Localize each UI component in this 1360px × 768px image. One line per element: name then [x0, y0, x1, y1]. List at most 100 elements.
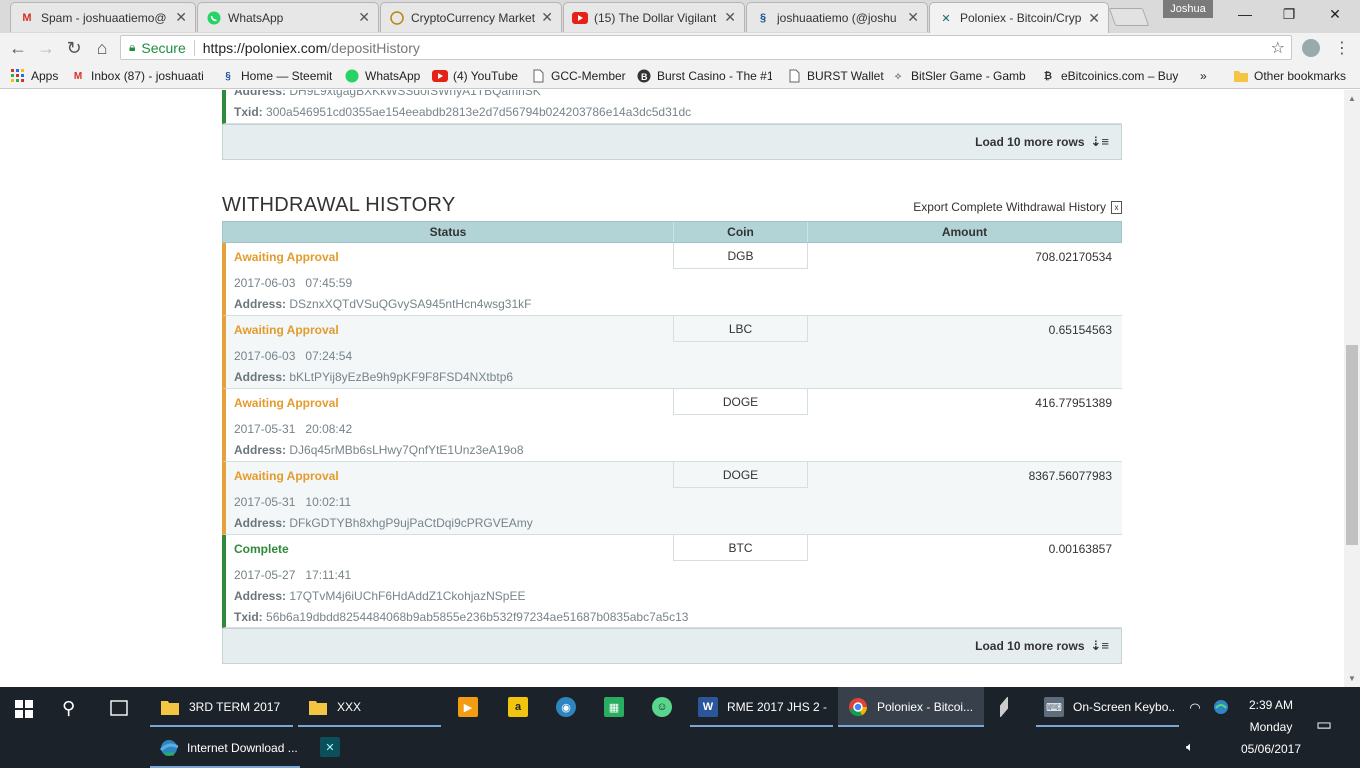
amount-cell: 8367.56077983	[1028, 469, 1112, 483]
minimize-icon[interactable]: —	[1222, 0, 1268, 28]
txid-value[interactable]: 300a546951cd0355ae154eeabdb2813e2d7d5679…	[266, 105, 691, 119]
wifi-icon[interactable]: ◜◝	[1190, 700, 1200, 716]
globe-app-icon[interactable]: ◉	[556, 697, 585, 717]
close-tab-icon[interactable]: ✕	[175, 9, 187, 26]
windows-logo-icon	[14, 699, 34, 719]
forward-arrow-icon[interactable]: →	[34, 36, 58, 60]
load-more-deposits-button[interactable]: Load 10 more rows ⇣≡	[222, 124, 1122, 160]
close-tab-icon[interactable]: ✕	[907, 9, 919, 26]
media-player-icon[interactable]: ▶	[458, 697, 487, 717]
taskbar-item-internet-download-manager[interactable]: Internet Download ...	[158, 738, 300, 758]
restore-icon[interactable]: ❐	[1266, 0, 1312, 28]
bookmark-star-icon[interactable]: ☆	[1271, 38, 1285, 58]
menu-dots-icon[interactable]: ⋮	[1334, 38, 1350, 58]
tab-title: Poloniex - Bitcoin/Cryp	[960, 11, 1082, 25]
mascot-app-icon[interactable]: ☺	[652, 697, 681, 717]
tab-title: CryptoCurrency Market	[411, 10, 536, 25]
network-status-icon[interactable]	[1213, 699, 1229, 718]
open-window-indicator	[690, 725, 833, 727]
tab-cryptocurrency-market[interactable]: CryptoCurrency Market ✕	[380, 2, 562, 32]
back-arrow-icon[interactable]: ←	[6, 36, 30, 60]
clock-time[interactable]: 2:39 AM	[1232, 698, 1310, 712]
taskbar-item-xxx[interactable]: XXX	[308, 697, 438, 717]
usb-drive-icon[interactable]	[1000, 697, 1008, 717]
open-window-indicator	[150, 725, 293, 727]
scrollbar-thumb[interactable]	[1346, 345, 1358, 545]
close-window-icon[interactable]: ✕	[1312, 0, 1358, 28]
notifications-icon[interactable]: ▭	[1316, 715, 1332, 735]
bookmark-bitsler[interactable]: ⟡ BitSler Game - Gambl	[890, 67, 1026, 85]
timestamp: 2017-06-03 07:24:54	[234, 349, 352, 363]
coin-icon	[389, 10, 405, 26]
whatsapp-icon	[344, 69, 360, 83]
poloniex-app-icon[interactable]: ✕	[320, 737, 349, 757]
bookmark-steemit-home[interactable]: § Home — Steemit	[220, 67, 332, 85]
tab-title: (15) The Dollar Vigilant	[594, 10, 717, 25]
page-viewport: Address: DH9L9xtgagBXKkWSSdofSWnyA1TBQam…	[0, 90, 1344, 687]
steemit-icon: §	[759, 11, 767, 24]
txid-line: Txid: 300a546951cd0355ae154eeabdb2813e2d…	[234, 105, 691, 119]
bookmark-ebitcoinics[interactable]: ₿ eBitcoinics.com – Buy	[1040, 67, 1178, 85]
start-button[interactable]	[14, 699, 43, 719]
speaker-icon[interactable]: 🔈︎	[1186, 739, 1194, 755]
address-label: Address:	[234, 516, 287, 530]
bookmarks-bar: Apps M Inbox (87) - joshuaati § Home — S…	[0, 62, 1360, 89]
load-more-withdrawals-button[interactable]: Load 10 more rows ⇣≡	[222, 628, 1122, 664]
tab-whatsapp[interactable]: WhatsApp ✕	[197, 2, 379, 32]
column-header-amount: Amount	[941, 225, 988, 239]
close-tab-icon[interactable]: ✕	[1088, 10, 1100, 27]
scroll-down-arrow-icon[interactable]: ▼	[1348, 674, 1356, 683]
taskbar-item-3rd-term-2017[interactable]: 3RD TERM 2017	[160, 697, 290, 717]
export-withdrawal-history-link[interactable]: Export Complete Withdrawal History x	[913, 200, 1122, 214]
bookmark-other[interactable]: Other bookmarks	[1233, 67, 1346, 85]
image-viewer-icon[interactable]: ▦	[604, 697, 633, 717]
clock-day: Monday	[1249, 720, 1293, 734]
search-icon[interactable]: ⚲	[62, 698, 75, 719]
close-tab-icon[interactable]: ✕	[724, 9, 736, 26]
time: 07:24:54	[305, 349, 353, 363]
bookmark-apps[interactable]: Apps	[10, 67, 58, 85]
scroll-up-arrow-icon[interactable]: ▲	[1348, 94, 1356, 103]
bookmark-gcc-member[interactable]: GCC-Member	[530, 67, 626, 85]
profile-badge[interactable]: Joshua	[1163, 0, 1213, 18]
whatsapp-icon	[206, 10, 222, 26]
bookmark-youtube[interactable]: (4) YouTube	[432, 67, 518, 85]
bookmark-inbox[interactable]: M Inbox (87) - joshuaati	[70, 67, 210, 85]
date: 2017-05-31	[234, 422, 296, 436]
address-label: Address:	[234, 90, 287, 98]
extension-icon[interactable]	[1302, 39, 1320, 57]
bitsler-icon: ⟡	[894, 70, 902, 82]
close-tab-icon[interactable]: ✕	[541, 9, 553, 26]
taskbar-item-chrome-poloniex[interactable]: Poloniex - Bitcoi...	[848, 697, 978, 717]
timestamp: 2017-05-31 10:02:11	[234, 495, 351, 509]
poloniex-icon: ✕	[320, 737, 340, 757]
page-icon	[786, 69, 802, 83]
open-window-indicator	[298, 725, 441, 727]
bookmark-burst-casino[interactable]: B Burst Casino - The #1	[636, 67, 772, 85]
more-bookmarks-chevron[interactable]: »	[1200, 67, 1207, 85]
bookmark-whatsapp[interactable]: WhatsApp	[344, 67, 420, 85]
reload-icon[interactable]: ↻	[62, 36, 86, 60]
taskbar-item-word-document[interactable]: W RME 2017 JHS 2 -...	[698, 697, 828, 717]
status-badge: Awaiting Approval	[234, 469, 339, 483]
bookmark-burst-wallet[interactable]: BURST Wallet	[786, 67, 884, 85]
new-tab-button[interactable]	[1108, 8, 1150, 26]
calculator-app-icon[interactable]: a	[508, 697, 537, 717]
date: 2017-06-03	[234, 276, 296, 290]
txid-line: Txid: 56b6a19dbdd8254484068b9ab5855e236b…	[234, 610, 688, 624]
tab-poloniex[interactable]: ✕ Poloniex - Bitcoin/Cryp ✕	[929, 2, 1109, 33]
task-view-icon[interactable]	[108, 699, 130, 717]
home-icon[interactable]: ⌂	[90, 36, 114, 60]
amount-cell: 416.77951389	[1035, 396, 1112, 410]
tab-steemit-profile[interactable]: § joshuaatiemo (@joshu ✕	[746, 2, 928, 32]
tab-gmail-spam[interactable]: M Spam - joshuaatiemo@ ✕	[10, 2, 196, 32]
page-scrollbar[interactable]: ▲ ▼	[1344, 90, 1360, 687]
time: 20:08:42	[305, 422, 353, 436]
table-row: Awaiting Approval DGB 708.02170534 2017-…	[222, 243, 1122, 316]
address-bar[interactable]: 🔒︎ Secure https://poloniex.com/depositHi…	[120, 35, 1292, 60]
taskbar-item-on-screen-keyboard[interactable]: ⌨ On-Screen Keybo...	[1044, 697, 1176, 717]
txid-value[interactable]: 56b6a19dbdd8254484068b9ab5855e236b532f97…	[266, 610, 688, 624]
address-value: DH9L9xtgagBXKkWSSdofSWnyA1TBQamnSK	[289, 90, 541, 98]
tab-youtube-dollar-vigilante[interactable]: (15) The Dollar Vigilant ✕	[563, 2, 745, 32]
close-tab-icon[interactable]: ✕	[358, 9, 370, 26]
